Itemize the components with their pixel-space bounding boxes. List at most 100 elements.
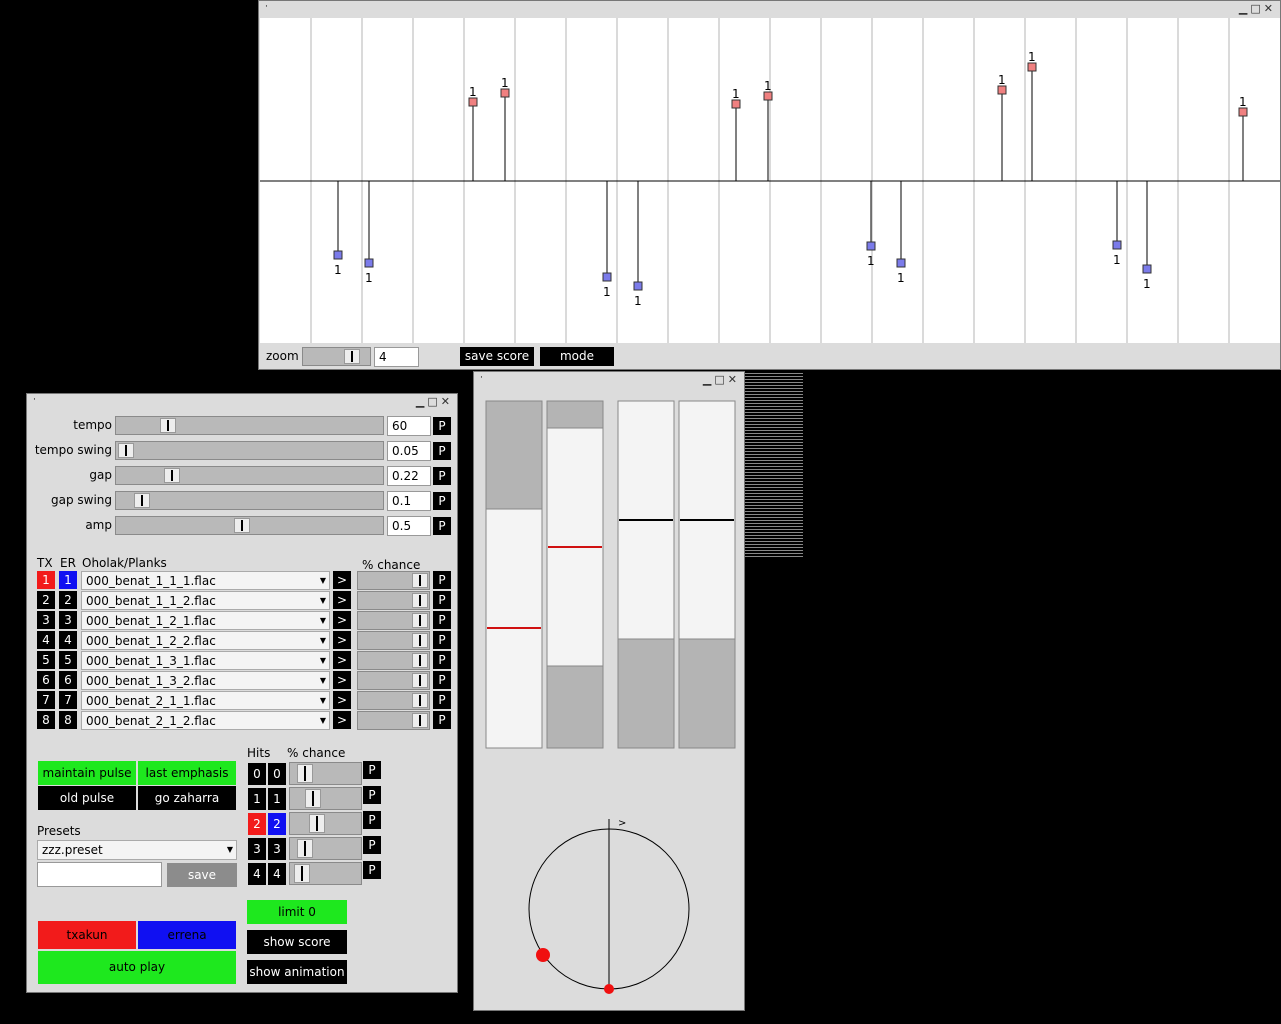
window-controls[interactable]: ▁□✕ — [703, 373, 740, 386]
param-preset-button[interactable]: P — [433, 417, 451, 435]
preset-save-button[interactable]: save — [167, 863, 237, 887]
show-score-button[interactable]: show score — [247, 930, 347, 954]
errena-note[interactable] — [896, 258, 906, 268]
plank-play-button[interactable]: > — [333, 671, 351, 689]
hits-tx-button[interactable]: 4 — [248, 863, 266, 885]
txakun-note[interactable] — [1238, 107, 1248, 117]
param-slider[interactable] — [115, 441, 384, 460]
hits-preset-button[interactable]: P — [363, 836, 381, 854]
plank-file-select[interactable]: 000_benat_1_1_2.flac ▼ — [81, 591, 330, 610]
hits-preset-button[interactable]: P — [363, 761, 381, 779]
plank-chance-slider[interactable] — [357, 651, 430, 670]
hits-er-button[interactable]: 3 — [268, 838, 286, 860]
param-slider-knob[interactable] — [134, 493, 150, 508]
param-preset-button[interactable]: P — [433, 517, 451, 535]
plank-preset-button[interactable]: P — [433, 571, 451, 589]
param-value-field[interactable]: 0.1 — [387, 491, 431, 511]
plank-chance-slider[interactable] — [357, 631, 430, 650]
window-controls[interactable]: ▁□✕ — [1239, 2, 1276, 15]
hits-chance-knob[interactable] — [297, 839, 313, 858]
hits-er-button[interactable]: 1 — [268, 788, 286, 810]
preset-select[interactable]: zzz.preset ▼ — [37, 840, 237, 860]
param-slider[interactable] — [115, 491, 384, 510]
limit-button[interactable]: limit 0 — [247, 900, 347, 924]
plank-chance-knob[interactable] — [412, 693, 428, 708]
plank-chance-knob[interactable] — [412, 653, 428, 668]
errena-note[interactable] — [364, 258, 374, 268]
param-value-field[interactable]: 0.5 — [387, 516, 431, 536]
txakun-note[interactable] — [997, 85, 1007, 95]
errena-note[interactable] — [866, 241, 876, 251]
param-preset-button[interactable]: P — [433, 492, 451, 510]
hits-tx-button[interactable]: 3 — [248, 838, 266, 860]
plank-chance-knob[interactable] — [412, 573, 428, 588]
er-plank-button[interactable]: 4 — [59, 631, 77, 649]
hits-chance-knob[interactable] — [309, 814, 325, 833]
plank-preset-button[interactable]: P — [433, 711, 451, 729]
hits-preset-button[interactable]: P — [363, 861, 381, 879]
plank-chance-knob[interactable] — [412, 613, 428, 628]
preset-name-input[interactable] — [37, 862, 162, 887]
plank-play-button[interactable]: > — [333, 711, 351, 729]
plank-play-button[interactable]: > — [333, 611, 351, 629]
plank-play-button[interactable]: > — [333, 631, 351, 649]
hits-er-button[interactable]: 0 — [268, 763, 286, 785]
plank-play-button[interactable]: > — [333, 591, 351, 609]
plank-chance-knob[interactable] — [412, 713, 428, 728]
er-plank-button[interactable]: 8 — [59, 711, 77, 729]
errena-note[interactable] — [633, 281, 643, 291]
tx-plank-button[interactable]: 4 — [37, 631, 55, 649]
param-slider-knob[interactable] — [234, 518, 250, 533]
hits-chance-slider[interactable] — [289, 787, 362, 810]
plank-preset-button[interactable]: P — [433, 651, 451, 669]
txakun-note[interactable] — [500, 88, 510, 98]
hits-chance-slider[interactable] — [289, 862, 362, 885]
plank-chance-knob[interactable] — [412, 593, 428, 608]
plank-file-select[interactable]: 000_benat_1_2_2.flac ▼ — [81, 631, 330, 650]
tx-plank-button[interactable]: 6 — [37, 671, 55, 689]
maintain-pulse-button[interactable]: maintain pulse — [38, 761, 136, 785]
old-pulse-button[interactable]: old pulse — [38, 786, 136, 810]
plank-preset-button[interactable]: P — [433, 691, 451, 709]
plank-preset-button[interactable]: P — [433, 591, 451, 609]
plank-chance-slider[interactable] — [357, 571, 430, 590]
tx-plank-button[interactable]: 2 — [37, 591, 55, 609]
param-value-field[interactable]: 60 — [387, 416, 431, 436]
txakun-note[interactable] — [731, 99, 741, 109]
hits-tx-button[interactable]: 1 — [248, 788, 266, 810]
tx-plank-button[interactable]: 3 — [37, 611, 55, 629]
tx-plank-button[interactable]: 8 — [37, 711, 55, 729]
plank-file-select[interactable]: 000_benat_1_1_1.flac ▼ — [81, 571, 330, 590]
hits-chance-slider[interactable] — [289, 762, 362, 785]
param-value-field[interactable]: 0.05 — [387, 441, 431, 461]
param-slider-knob[interactable] — [160, 418, 176, 433]
param-value-field[interactable]: 0.22 — [387, 466, 431, 486]
param-slider[interactable] — [115, 516, 384, 535]
hits-er-button[interactable]: 4 — [268, 863, 286, 885]
errena-note[interactable] — [1112, 240, 1122, 250]
hits-chance-knob[interactable] — [294, 864, 310, 883]
param-preset-button[interactable]: P — [433, 442, 451, 460]
last-emphasis-button[interactable]: last emphasis — [138, 761, 236, 785]
errena-note[interactable] — [333, 250, 343, 260]
window-menu-icon[interactable]: · — [33, 395, 36, 405]
plank-file-select[interactable]: 000_benat_1_3_1.flac ▼ — [81, 651, 330, 670]
tx-plank-button[interactable]: 1 — [37, 571, 55, 589]
er-plank-button[interactable]: 1 — [59, 571, 77, 589]
tx-plank-button[interactable]: 5 — [37, 651, 55, 669]
param-slider-knob[interactable] — [164, 468, 180, 483]
plank-chance-slider[interactable] — [357, 591, 430, 610]
window-menu-icon[interactable]: · — [265, 2, 268, 12]
hits-chance-knob[interactable] — [305, 789, 321, 808]
txakun-button[interactable]: txakun — [38, 921, 136, 949]
plank-preset-button[interactable]: P — [433, 631, 451, 649]
plank-file-select[interactable]: 000_benat_2_1_1.flac ▼ — [81, 691, 330, 710]
plank-play-button[interactable]: > — [333, 691, 351, 709]
param-slider[interactable] — [115, 416, 384, 435]
zoom-field[interactable]: 4 — [374, 347, 419, 367]
hits-er-button[interactable]: 2 — [268, 813, 286, 835]
hits-preset-button[interactable]: P — [363, 811, 381, 829]
er-plank-button[interactable]: 3 — [59, 611, 77, 629]
plank-file-select[interactable]: 000_benat_1_2_1.flac ▼ — [81, 611, 330, 630]
save-score-button[interactable]: save score — [460, 347, 534, 366]
